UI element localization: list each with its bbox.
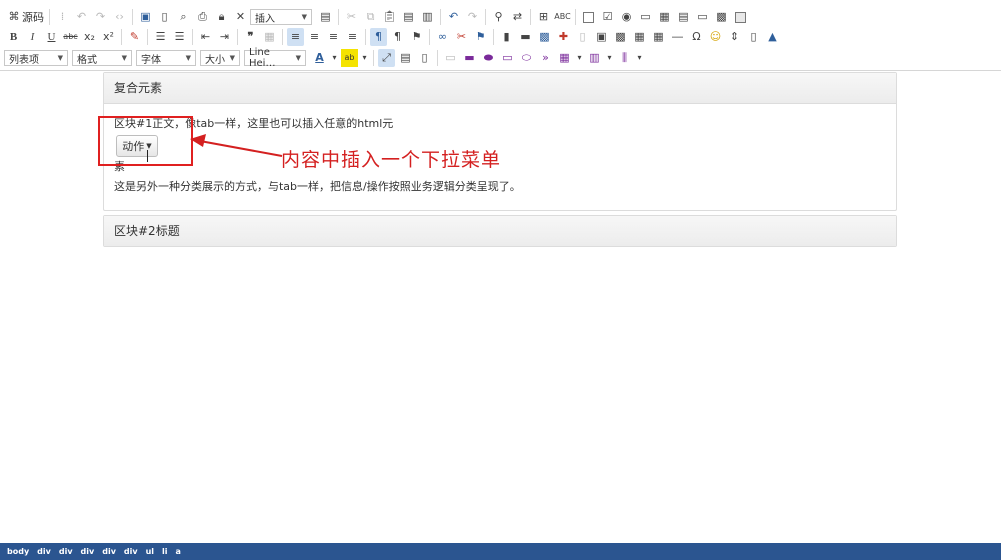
path-crumb[interactable]: div	[124, 547, 138, 556]
path-crumb[interactable]: body	[7, 547, 29, 556]
path-crumb[interactable]: ul	[146, 547, 154, 556]
annotation-arrow	[190, 134, 283, 157]
path-crumb[interactable]: div	[81, 547, 95, 556]
path-crumb[interactable]: div	[59, 547, 73, 556]
path-crumb[interactable]: li	[162, 547, 167, 556]
path-crumb[interactable]: a	[176, 547, 181, 556]
element-path-bar: body div div div div div ul li a	[0, 543, 1001, 560]
path-crumb[interactable]: div	[37, 547, 51, 556]
path-crumb[interactable]: div	[102, 547, 116, 556]
annotation-text: 内容中插入一个下拉菜单	[281, 149, 502, 171]
